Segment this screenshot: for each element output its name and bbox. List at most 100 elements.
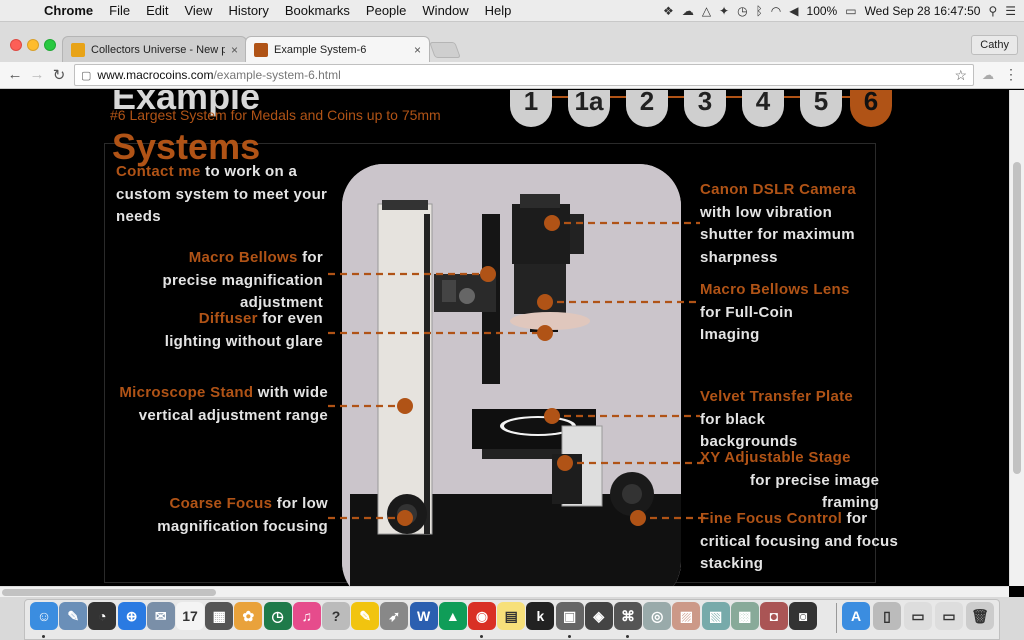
callout-text: for black bbox=[700, 410, 766, 428]
clock[interactable]: Wed Sep 28 16:47:50 bbox=[865, 4, 981, 18]
dock-preview-icon[interactable]: ✎ bbox=[59, 602, 88, 630]
dock-photo-booth-icon[interactable]: ◘ bbox=[760, 602, 788, 630]
dock-running-indicator bbox=[42, 635, 45, 638]
contact-callout: Contact me to work on a custom system to… bbox=[116, 161, 346, 229]
timemachine-icon[interactable]: ◷ bbox=[737, 4, 747, 18]
dock-photos-icon[interactable]: ✿ bbox=[234, 602, 263, 630]
dock-calendar-icon[interactable]: 17 bbox=[176, 602, 204, 630]
collectors-universe-favicon-icon bbox=[71, 42, 85, 57]
dock-screenshots-icon[interactable]: ▭ bbox=[904, 602, 932, 630]
callout-dot-coarse-focus bbox=[397, 510, 413, 526]
dock-running-indicator bbox=[480, 635, 483, 638]
callout-text: critical focusing and focus bbox=[700, 532, 899, 550]
back-arrow-icon[interactable]: ← bbox=[6, 66, 24, 83]
menu-bookmarks[interactable]: Bookmarks bbox=[277, 3, 358, 18]
bookmark-star-icon[interactable]: ☆ bbox=[954, 67, 967, 84]
tab-close-icon[interactable]: × bbox=[414, 43, 421, 57]
dock-word-icon[interactable]: W bbox=[409, 602, 438, 630]
dock-photo-album-icon[interactable]: ▨ bbox=[672, 602, 701, 630]
menu-edit[interactable]: Edit bbox=[138, 3, 176, 18]
spotlight-search-icon[interactable]: ⚲ bbox=[988, 4, 997, 18]
tab-close-icon[interactable]: × bbox=[231, 43, 238, 57]
forward-arrow-icon[interactable]: → bbox=[28, 66, 46, 83]
dock-itunes-icon[interactable]: ♫ bbox=[292, 602, 321, 630]
wifi-icon[interactable]: ◠ bbox=[771, 4, 781, 18]
callout-title: Coarse Focus bbox=[169, 495, 273, 512]
dock-calculator-icon[interactable]: ▦ bbox=[205, 602, 234, 630]
menu-window[interactable]: Window bbox=[414, 3, 476, 18]
page-info-icon[interactable]: ▢ bbox=[81, 69, 91, 82]
callout-dot-xy-stage bbox=[557, 455, 573, 471]
dock-image-tool-icon[interactable]: ▩ bbox=[730, 602, 759, 630]
bluetooth-icon[interactable]: ᛒ bbox=[756, 4, 763, 18]
vertical-scrollbar[interactable] bbox=[1009, 90, 1024, 586]
menu-people[interactable]: People bbox=[358, 3, 414, 18]
dropbox-icon[interactable]: ❖ bbox=[663, 4, 674, 18]
dock-stickies-icon[interactable]: ▤ bbox=[497, 602, 526, 630]
callout-dot-fine-focus bbox=[630, 510, 646, 526]
dock-camera-icon[interactable]: ◎ bbox=[643, 602, 672, 630]
menu-chrome[interactable]: Chrome bbox=[36, 3, 101, 18]
dock-time-machine-icon[interactable]: ◷ bbox=[263, 602, 292, 630]
dock-downloads-icon[interactable]: ▯ bbox=[873, 602, 901, 630]
url-path: /example-system-6.html bbox=[213, 68, 341, 82]
horizontal-scrollbar[interactable] bbox=[0, 586, 1009, 597]
callout-text: for even bbox=[257, 310, 323, 327]
callout-dot-diffuser bbox=[537, 325, 553, 341]
reload-icon[interactable]: ↻ bbox=[50, 66, 68, 84]
dock-capture-one-icon[interactable]: ◙ bbox=[789, 602, 818, 630]
cloud-icon[interactable]: ☁ bbox=[682, 4, 694, 18]
notification-center-icon[interactable]: ☰ bbox=[1005, 4, 1016, 18]
menu-history[interactable]: History bbox=[220, 3, 276, 18]
new-tab-button[interactable] bbox=[429, 42, 461, 58]
menu-view[interactable]: View bbox=[176, 3, 220, 18]
callout-title: Diffuser bbox=[198, 310, 258, 327]
battery-percent: 100% bbox=[806, 4, 838, 18]
tab-collectors-universe[interactable]: Collectors Universe - New pho × bbox=[62, 36, 247, 62]
extension-icon[interactable]: ☁ bbox=[982, 68, 994, 82]
dock-help-icon[interactable]: ? bbox=[322, 602, 350, 630]
googledrive-icon[interactable]: △ bbox=[702, 4, 711, 18]
callout-text: with wide bbox=[253, 384, 328, 401]
tab-example-system-6[interactable]: Example System-6 × bbox=[245, 36, 430, 62]
dock-kindle-icon[interactable]: k bbox=[526, 602, 555, 630]
window-maximize-button[interactable] bbox=[44, 39, 56, 51]
contact-me-link[interactable]: Contact me bbox=[116, 163, 201, 180]
callout-text: lighting without glare bbox=[164, 332, 323, 350]
horizontal-scroll-thumb[interactable] bbox=[2, 589, 216, 596]
battery-icon[interactable]: ▭ bbox=[845, 4, 856, 18]
window-close-button[interactable] bbox=[10, 39, 22, 51]
dock-dashboard-icon[interactable]: ◔ bbox=[88, 602, 117, 630]
dock-trash-icon[interactable]: 🗑 bbox=[966, 602, 994, 630]
sync-icon[interactable]: ✦ bbox=[719, 4, 729, 18]
dock-aperture-icon[interactable]: ◈ bbox=[584, 602, 613, 630]
callout-text: custom system to meet your bbox=[116, 185, 328, 203]
dock-image-capture-icon[interactable]: ▣ bbox=[555, 602, 584, 630]
dock-finder-icon[interactable]: ☺ bbox=[30, 602, 58, 630]
callout-text: for low bbox=[272, 495, 328, 512]
volume-icon[interactable]: ◀ bbox=[789, 4, 798, 18]
dock-notes-icon[interactable]: ✎ bbox=[351, 602, 380, 630]
profile-button[interactable]: Cathy bbox=[971, 35, 1018, 55]
menu-file[interactable]: File bbox=[101, 3, 138, 18]
dock-drive-icon[interactable]: ▲ bbox=[438, 602, 467, 630]
dock-chrome-icon[interactable]: ◉ bbox=[468, 602, 496, 630]
address-bar[interactable]: ▢ www.macrocoins.com/example-system-6.ht… bbox=[74, 64, 974, 86]
dock-app-store-icon[interactable]: A bbox=[842, 602, 870, 630]
callout-text: vertical adjustment range bbox=[138, 406, 328, 424]
dock-launchpad-icon[interactable]: ➶ bbox=[380, 602, 409, 630]
menu-help[interactable]: Help bbox=[477, 3, 520, 18]
dock-documents-icon[interactable]: ▭ bbox=[935, 602, 963, 630]
callout-text: shutter for maximum bbox=[700, 226, 855, 243]
window-minimize-button[interactable] bbox=[27, 39, 39, 51]
dock-safari-icon[interactable]: ⊕ bbox=[117, 602, 146, 630]
dock-iphoto-icon[interactable]: ▧ bbox=[701, 602, 730, 630]
callout-text: with low vibration bbox=[700, 203, 833, 221]
callout-title: Macro Bellows Lens bbox=[700, 281, 850, 298]
chrome-menu-icon[interactable]: ⋮ bbox=[1004, 66, 1018, 83]
dock-screenshot-icon[interactable]: ⌘ bbox=[614, 602, 642, 630]
vertical-scroll-thumb[interactable] bbox=[1013, 162, 1021, 474]
callout-dot-camera bbox=[544, 215, 560, 231]
dock-mail-icon[interactable]: ✉ bbox=[146, 602, 175, 630]
tab-title: Collectors Universe - New pho bbox=[91, 43, 225, 56]
